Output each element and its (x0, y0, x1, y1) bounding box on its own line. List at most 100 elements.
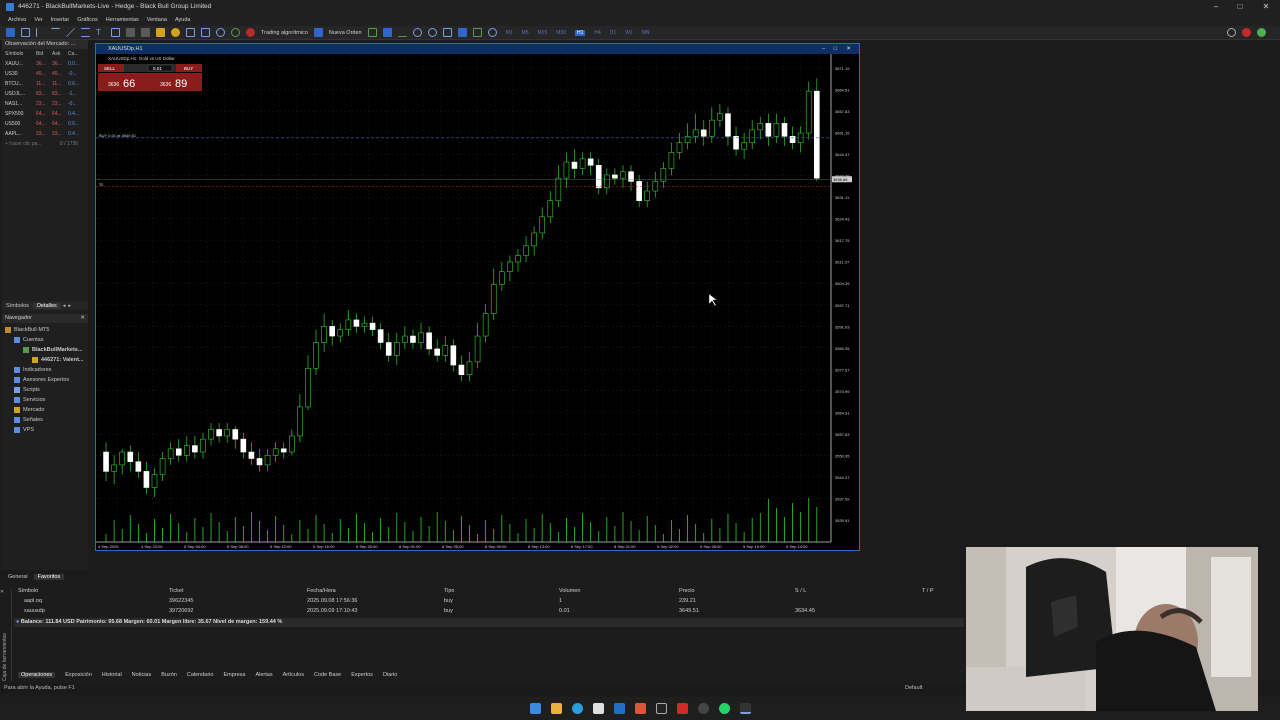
tab-detalles[interactable]: Detalles (32, 302, 61, 309)
timeframe-mn[interactable]: MN (642, 30, 650, 36)
navigator-item[interactable]: BlackBull-MT5 (2, 325, 88, 335)
mw-col-symbol[interactable]: Símbolo (2, 49, 36, 59)
trades-col-header[interactable]: Volumen (559, 588, 580, 594)
maximize-button[interactable]: □ (1232, 2, 1248, 12)
grid-icon[interactable] (442, 28, 452, 37)
mw-col-bid[interactable]: Bid (36, 49, 52, 59)
timeframe-h4[interactable]: H4 (594, 30, 600, 36)
chrome-icon[interactable] (697, 703, 709, 714)
toolbox-tab[interactable]: Noticias (132, 672, 152, 678)
navigator-item[interactable]: BlackBullMarkets... (2, 345, 88, 355)
menu-ayuda[interactable]: Ayuda (175, 17, 191, 23)
notifications-icon[interactable] (1242, 28, 1251, 37)
vertical-line-icon[interactable] (36, 28, 45, 37)
navigator-item[interactable]: Cuentas (2, 335, 88, 345)
menu-insertar[interactable]: Insertar (51, 17, 70, 23)
toolbox-tab[interactable]: Alertas (255, 672, 272, 678)
market-watch-row[interactable]: XAUU... 36... 36... 0.0... (2, 59, 88, 69)
metatrader-taskbar-icon[interactable] (739, 703, 751, 714)
toolbox-tab[interactable]: Code Base (314, 672, 341, 678)
minimize-button[interactable]: – (1208, 2, 1224, 12)
trendline-icon[interactable] (66, 28, 75, 37)
toolbox-tab[interactable]: Empresa (223, 672, 245, 678)
navigator-item[interactable]: Asesores Expertos (2, 375, 88, 385)
timeframe-m1[interactable]: M1 (506, 30, 513, 36)
trades-col-header[interactable]: Tipo (444, 588, 455, 594)
candle-chart-icon[interactable] (382, 28, 392, 37)
close-button[interactable]: ✕ (1258, 2, 1274, 12)
horizontal-line-icon[interactable] (51, 28, 60, 37)
navigator-item[interactable]: Mercado (2, 405, 88, 415)
algo-trading-button[interactable]: Trading algorítmico (261, 30, 308, 36)
chart-window[interactable]: XAUUSDp,H1 – □ ✕ 3671.19 3664.51 3657.83 36… (95, 43, 860, 551)
navigator-item[interactable]: Servicios (2, 395, 88, 405)
toolbox-tab[interactable]: Exposición (65, 672, 92, 678)
profiles-icon[interactable] (201, 28, 210, 37)
notepad-icon[interactable] (592, 703, 604, 714)
zoom-out-icon[interactable] (427, 28, 437, 37)
file-explorer-icon[interactable] (550, 703, 562, 714)
objects-icon[interactable] (156, 28, 165, 37)
indicators-icon[interactable] (141, 28, 150, 37)
new-order-button[interactable]: Nueva Orden (329, 30, 362, 36)
trade-row[interactable]: xauusdp 39720692 2025.09.09 17:10:43 buy 0.0… (14, 607, 964, 617)
edge-browser-icon[interactable] (571, 703, 583, 714)
toolbox-tab[interactable]: Operaciones (18, 671, 56, 678)
market-watch-row[interactable]: NAS1... 23... 23... -0... (2, 99, 88, 109)
trade-row[interactable]: aapl.oq 39622345 2025.09.08 17:56:36 buy 1 23… (14, 597, 964, 607)
menu-archivo[interactable]: Archivo (8, 17, 26, 23)
new-order-icon[interactable] (313, 28, 323, 37)
trades-col-header[interactable]: T / P (922, 588, 934, 594)
algo-trading-icon[interactable] (246, 28, 255, 37)
market-watch-row[interactable]: US500 64... 64... 0.0... (2, 119, 88, 129)
toolbox-tab[interactable]: Buzón (161, 672, 177, 678)
youtube-icon[interactable] (676, 703, 688, 714)
trades-col-header[interactable]: Precio (679, 588, 695, 594)
autoscroll-icon[interactable] (457, 28, 467, 37)
timeframe-d1[interactable]: D1 (610, 30, 616, 36)
navigator-item[interactable]: Señales (2, 415, 88, 425)
whatsapp-icon[interactable] (718, 703, 730, 714)
timeframe-w1[interactable]: W1 (625, 30, 633, 36)
toolbox-tab[interactable]: Artículos (283, 672, 304, 678)
menu-ver[interactable]: Ver (34, 17, 42, 23)
add-symbol-hint[interactable]: + hacer clic pa... (2, 139, 60, 149)
navigator-item[interactable]: VPS (2, 425, 88, 435)
mail-icon[interactable] (613, 703, 625, 714)
tiktok-icon[interactable] (655, 703, 667, 714)
timeframe-m30[interactable]: M30 (556, 30, 566, 36)
navigator-item[interactable]: Scripts (2, 385, 88, 395)
mw-col-ask[interactable]: Ask (52, 49, 68, 59)
timeframe-m15[interactable]: M15 (538, 30, 548, 36)
chart-close-icon[interactable]: ✕ (846, 44, 851, 54)
tab-simbolos[interactable]: Símbolos (2, 303, 33, 309)
timeframe-h1[interactable]: H1 (574, 29, 586, 36)
cursor-icon[interactable] (6, 28, 15, 37)
tab-general[interactable]: General (2, 574, 34, 580)
timeframe-m5[interactable]: M5 (522, 30, 529, 36)
navigator-item[interactable]: Indicadores (2, 365, 88, 375)
trades-col-header[interactable]: Ticket (169, 588, 183, 594)
navigator-item[interactable]: 446271: Valent... (2, 355, 88, 365)
trades-col-header[interactable]: S / L (795, 588, 806, 594)
tab-favoritos[interactable]: Favoritos (33, 574, 65, 580)
start-menu-icon[interactable] (529, 703, 541, 714)
menu-graficos[interactable]: Gráficos (77, 17, 97, 23)
channel-icon[interactable] (81, 28, 90, 37)
bar-chart-icon[interactable] (367, 28, 377, 37)
menu-herramientas[interactable]: Herramientas (106, 17, 139, 23)
market-watch-row[interactable]: US30 45... 45... -0... (2, 69, 88, 79)
navigator-close-icon[interactable]: ✕ (80, 314, 85, 323)
toolbox-close-icon[interactable]: ✕ (0, 589, 11, 595)
trades-col-header[interactable]: Fecha/Hora (307, 588, 336, 594)
line-chart-icon[interactable] (397, 28, 407, 37)
zoom-in-icon[interactable] (412, 28, 422, 37)
price-chart[interactable]: 3671.193664.513657.833651.153644.473637.… (96, 54, 859, 550)
trades-col-header[interactable]: Símbolo (18, 588, 38, 594)
toolbox-tab[interactable]: Historial (102, 672, 122, 678)
shapes-icon[interactable] (111, 28, 120, 37)
search-icon[interactable] (1227, 28, 1236, 37)
text-tool-icon[interactable]: T (96, 28, 105, 37)
chart-shift-icon[interactable] (472, 28, 482, 37)
market-watch-row[interactable]: BTCU... 11... 11... 0.6... (2, 79, 88, 89)
